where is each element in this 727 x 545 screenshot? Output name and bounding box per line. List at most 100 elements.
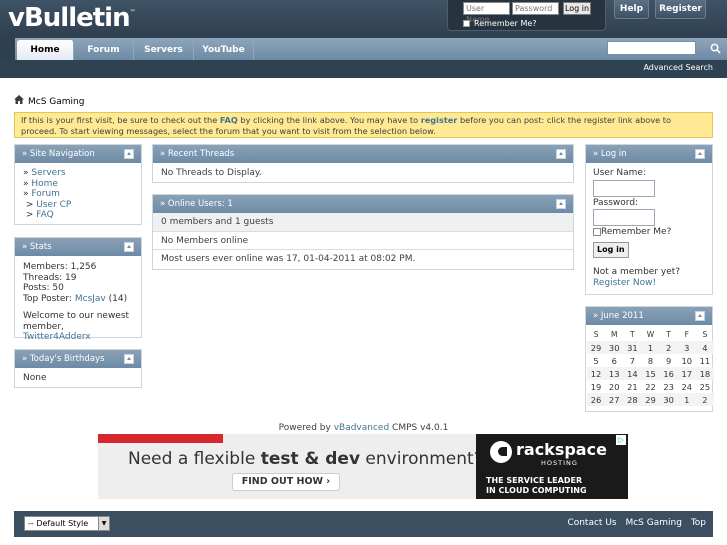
calendar-day[interactable]: 17: [677, 367, 696, 380]
advanced-search-link[interactable]: Advanced Search: [643, 63, 713, 72]
collapse-icon[interactable]: [124, 242, 134, 252]
calendar-day[interactable]: 22: [641, 380, 659, 393]
collapse-icon[interactable]: [695, 149, 705, 159]
header-password-input[interactable]: Password: [512, 2, 559, 15]
calendar-day[interactable]: 4: [695, 341, 714, 354]
calendar-day[interactable]: 14: [623, 367, 642, 380]
newest-member-link[interactable]: Twitter4Adderx: [23, 332, 91, 342]
remember-checkbox[interactable]: [593, 227, 601, 236]
adchoices-icon[interactable]: ▷: [616, 435, 626, 445]
register-link[interactable]: register: [421, 115, 458, 125]
home-icon[interactable]: [14, 95, 24, 107]
help-button[interactable]: Help: [614, 0, 649, 19]
nav-item[interactable]: » Forum: [23, 189, 133, 200]
site-header: vBulletin™ User Name Password Log in Rem…: [0, 0, 727, 38]
collapse-icon[interactable]: [124, 149, 134, 159]
collapse-icon[interactable]: [695, 311, 705, 321]
notice-text: If this is your first visit, be sure to …: [21, 115, 220, 125]
block-title: » Site Navigation: [22, 149, 95, 159]
nav-link-faq[interactable]: FAQ: [36, 210, 53, 220]
vbadvanced-link[interactable]: vBadvanced: [334, 423, 389, 433]
home-link[interactable]: McS Gaming: [625, 518, 681, 528]
nav-item[interactable]: » Servers: [23, 168, 133, 179]
tab-servers[interactable]: Servers: [134, 40, 194, 60]
nav-item[interactable]: > FAQ: [23, 210, 133, 221]
style-select[interactable]: -- Default Style ▼: [24, 516, 110, 531]
calendar-day[interactable]: 3: [677, 341, 696, 354]
remember-label: Remember Me?: [601, 227, 672, 237]
tab-home[interactable]: Home: [17, 40, 74, 60]
calendar-day[interactable]: 2: [659, 341, 678, 354]
stat-top-poster: Top Poster: McsJav (14): [23, 294, 133, 305]
remember-checkbox[interactable]: [463, 20, 470, 27]
stat-posts: Posts: 50: [23, 283, 64, 293]
search-button[interactable]: [704, 38, 727, 60]
block-header: » Log in: [586, 145, 712, 163]
calendar-day[interactable]: 15: [641, 367, 660, 380]
faq-link[interactable]: FAQ: [220, 115, 238, 125]
calendar-day[interactable]: 9: [660, 354, 678, 367]
footer: -- Default Style ▼ Contact Us McS Gaming …: [14, 511, 713, 537]
calendar-day[interactable]: 31: [623, 341, 642, 354]
calendar-day[interactable]: 1: [677, 393, 696, 406]
search-input[interactable]: [607, 41, 696, 55]
calendar-day[interactable]: 23: [660, 380, 678, 393]
ad-headline-emphasis: test & dev: [260, 449, 361, 469]
calendar-day[interactable]: 30: [659, 393, 678, 406]
calendar-day[interactable]: 25: [696, 380, 714, 393]
calendar-day[interactable]: 19: [587, 380, 605, 393]
top-link[interactable]: Top: [691, 518, 706, 528]
calendar-day[interactable]: 11: [696, 354, 714, 367]
username-input[interactable]: [593, 179, 655, 197]
tab-forum[interactable]: Forum: [74, 40, 134, 60]
calendar-day[interactable]: 29: [641, 393, 660, 406]
password-input[interactable]: [593, 209, 655, 226]
ad-headline-part: Need a flexible: [128, 449, 261, 469]
calendar-day[interactable]: 27: [605, 393, 624, 406]
collapse-icon[interactable]: [124, 354, 134, 364]
nav-link-forum[interactable]: Forum: [31, 189, 60, 199]
remember-me[interactable]: Remember Me?: [593, 227, 705, 238]
register-button[interactable]: Register: [655, 0, 706, 19]
header-remember-me[interactable]: Remember Me?: [463, 19, 537, 28]
nav-link-usercp[interactable]: User CP: [36, 200, 71, 210]
calendar-day[interactable]: 2: [695, 393, 714, 406]
calendar-day[interactable]: 21: [623, 380, 641, 393]
collapse-icon[interactable]: [556, 149, 566, 159]
top-poster-link[interactable]: McsJav: [75, 294, 106, 304]
calendar-day[interactable]: 20: [605, 380, 623, 393]
calendar-day[interactable]: 29: [587, 341, 606, 354]
calendar-day[interactable]: 30: [605, 341, 624, 354]
login-button[interactable]: Log in: [593, 241, 629, 258]
ad-brand-panel: rackspace HOSTING THE SERVICE LEADER IN …: [476, 434, 628, 499]
calendar-day[interactable]: 18: [695, 367, 714, 380]
calendar-day[interactable]: 7: [623, 354, 641, 367]
header-username-input[interactable]: User Name: [463, 2, 510, 24]
contact-us-link[interactable]: Contact Us: [567, 518, 616, 528]
nav-link-home[interactable]: Home: [31, 179, 58, 189]
powered-by: Powered by vBadvanced CMPS v4.0.1: [0, 423, 727, 433]
calendar-day[interactable]: 5: [587, 354, 605, 367]
calendar-day[interactable]: 13: [605, 367, 624, 380]
calendar-day[interactable]: 26: [587, 393, 606, 406]
collapse-icon[interactable]: [556, 199, 566, 209]
calendar-day[interactable]: 6: [605, 354, 623, 367]
calendar-day[interactable]: 1: [641, 341, 660, 354]
calendar-day[interactable]: 28: [623, 393, 642, 406]
calendar-day[interactable]: 12: [587, 367, 606, 380]
nav-item[interactable]: » Home: [23, 179, 133, 190]
advertisement-banner[interactable]: Need a flexible test & dev environment? …: [98, 434, 628, 499]
tab-youtube[interactable]: YouTube: [194, 40, 254, 60]
ad-cta-button[interactable]: FIND OUT HOW ›: [232, 473, 340, 491]
calendar-weekday: M: [610, 330, 618, 339]
nav-link-servers[interactable]: Servers: [31, 168, 65, 178]
vbulletin-logo[interactable]: vBulletin™: [8, 3, 136, 33]
calendar-day[interactable]: 8: [641, 354, 659, 367]
header-login-button[interactable]: Log in: [563, 2, 591, 15]
calendar-day[interactable]: 10: [678, 354, 696, 367]
nav-item[interactable]: > User CP: [23, 200, 133, 211]
calendar-day[interactable]: 24: [678, 380, 696, 393]
page-title: McS Gaming: [28, 97, 85, 107]
calendar-day[interactable]: 16: [659, 367, 678, 380]
register-now-link[interactable]: Register Now!: [593, 278, 705, 289]
